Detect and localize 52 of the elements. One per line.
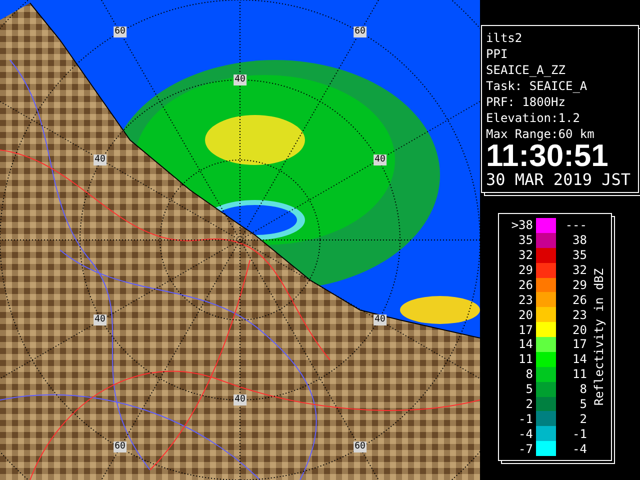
- range-label: 40: [374, 314, 386, 326]
- info-line: Elevation:1.2: [486, 110, 581, 126]
- legend-label: 5: [524, 382, 534, 396]
- legend-label: >38: [510, 218, 534, 232]
- range-label: 60: [114, 26, 126, 38]
- legend-label: 32: [572, 263, 587, 278]
- legend-label: 38: [572, 233, 587, 248]
- range-label: 60: [354, 26, 366, 38]
- range-label: 60: [354, 442, 366, 452]
- info-line: Max Range:60 km: [486, 126, 596, 142]
- legend-label: -4: [572, 442, 587, 456]
- legend-label: 20: [572, 322, 587, 337]
- range-label: 40: [374, 154, 386, 166]
- legend-label: 11: [572, 367, 587, 382]
- legend-label: 35: [572, 248, 587, 262]
- legend-label: -1: [518, 412, 534, 426]
- legend-label: 14: [518, 337, 534, 352]
- info-line: ilts2: [486, 30, 524, 46]
- legend-label: 35: [518, 233, 534, 248]
- legend-label: 17: [518, 322, 534, 337]
- info-line: Task: SEAICE_A: [486, 78, 588, 94]
- info-line: SEAICE_A_ZZ: [486, 62, 566, 78]
- legend-label: 2: [524, 396, 534, 411]
- legend-label: 8: [578, 382, 587, 396]
- range-label: 40: [234, 74, 246, 86]
- range-label: 40: [234, 394, 246, 406]
- legend-label: 29: [572, 278, 587, 292]
- legend-label: 14: [572, 352, 587, 366]
- legend-label: 20: [518, 308, 534, 322]
- legend-label: 2: [578, 412, 587, 426]
- legend-label: 8: [524, 367, 534, 382]
- legend-label: 32: [518, 248, 534, 262]
- legend-label: ---: [564, 218, 587, 232]
- range-label: 40: [94, 154, 106, 166]
- legend-label: -7: [518, 442, 534, 456]
- range-label: 60: [114, 442, 126, 452]
- info-line: PPI: [486, 46, 509, 62]
- legend-label: 5: [578, 396, 587, 411]
- legend-label: 23: [518, 292, 534, 307]
- time-text: 11:30:51: [486, 142, 610, 170]
- legend-label: 26: [572, 292, 587, 307]
- date-text: 30 MAR 2019 JST: [486, 170, 632, 190]
- legend-label: 26: [518, 278, 534, 292]
- legend-label: 11: [518, 352, 534, 366]
- legend-title: Reflectivity in dBZ: [592, 268, 606, 406]
- info-line: PRF: 1800Hz: [486, 94, 566, 110]
- legend-label: -1: [572, 426, 587, 441]
- legend-label: 29: [518, 263, 534, 278]
- legend-label: 17: [572, 337, 587, 352]
- legend-label: 23: [572, 308, 587, 322]
- range-label: 40: [94, 314, 106, 326]
- legend-label: -4: [518, 426, 534, 441]
